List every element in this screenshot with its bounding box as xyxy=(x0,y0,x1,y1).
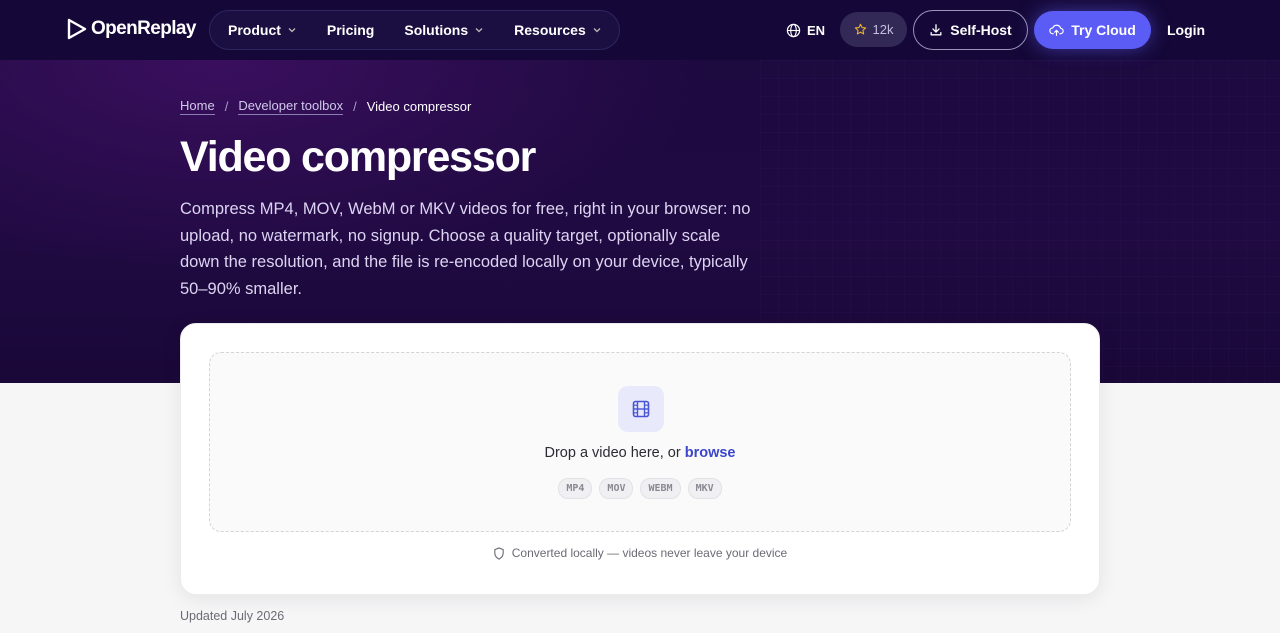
stars-count: 12k xyxy=(872,22,894,37)
nav-item-product[interactable]: Product xyxy=(228,22,297,38)
updated-date: Updated July 2026 xyxy=(180,609,285,623)
format-badge-mkv: MKV xyxy=(687,478,722,499)
brand-logo[interactable]: OpenReplay xyxy=(67,18,196,40)
drop-prompt: Drop a video here, or browse xyxy=(210,445,1070,461)
format-badges: MP4 MOV WEBM MKV xyxy=(210,478,1070,499)
globe-icon xyxy=(786,23,801,37)
nav-label: Product xyxy=(228,22,281,38)
film-icon-box xyxy=(618,386,664,432)
nav-item-resources[interactable]: Resources xyxy=(514,22,602,38)
try-cloud-button[interactable]: Try Cloud xyxy=(1034,11,1151,49)
format-badge-mov: MOV xyxy=(599,478,634,499)
chevron-down-icon xyxy=(593,28,601,33)
page-description: Compress MP4, MOV, WebM or MKV videos fo… xyxy=(180,200,751,298)
nav-label: Solutions xyxy=(404,22,469,38)
privacy-note: Converted locally — videos never leave y… xyxy=(181,546,1099,560)
breadcrumb-separator: / xyxy=(353,99,357,114)
self-host-label: Self-Host xyxy=(950,22,1012,38)
video-dropzone[interactable]: Drop a video here, or browse MP4 MOV WEB… xyxy=(209,352,1071,532)
top-navbar: OpenReplay Product Pricing Solutions Res… xyxy=(0,0,1280,60)
main-menu: Product Pricing Solutions Resources xyxy=(209,10,620,50)
chevron-down-icon xyxy=(475,28,483,33)
github-stars-button[interactable]: 12k xyxy=(840,12,907,47)
language-label: EN xyxy=(807,22,826,38)
nav-item-pricing[interactable]: Pricing xyxy=(327,22,374,38)
chevron-down-icon xyxy=(288,28,296,33)
download-icon xyxy=(930,24,942,36)
privacy-note-text: Converted locally — videos never leave y… xyxy=(511,546,788,560)
cloud-upload-icon xyxy=(1049,24,1064,36)
breadcrumb: Home / Developer toolbox / Video compres… xyxy=(180,98,471,115)
shield-icon xyxy=(494,546,504,560)
breadcrumb-separator: / xyxy=(224,99,229,114)
language-selector[interactable]: EN xyxy=(786,11,825,49)
nav-item-solutions[interactable]: Solutions xyxy=(404,22,484,38)
compressor-card: Drop a video here, or browse MP4 MOV WEB… xyxy=(180,323,1100,595)
play-logo-icon xyxy=(67,18,87,40)
star-icon xyxy=(854,23,866,35)
breadcrumb-developer-toolbox[interactable]: Developer toolbox xyxy=(238,98,344,115)
page-title: Video compressor xyxy=(180,133,536,181)
self-host-button[interactable]: Self-Host xyxy=(913,10,1028,50)
drop-prompt-text: Drop a video here, or xyxy=(544,445,681,461)
nav-label: Resources xyxy=(514,22,586,38)
film-icon xyxy=(632,400,650,418)
browse-link[interactable]: browse xyxy=(685,445,736,461)
format-badge-mp4: MP4 xyxy=(558,478,593,499)
nav-label: Pricing xyxy=(326,22,375,38)
breadcrumb-home[interactable]: Home xyxy=(180,98,215,115)
format-badge-webm: WEBM xyxy=(640,478,681,499)
breadcrumb-current: Video compressor xyxy=(366,99,472,114)
try-cloud-label: Try Cloud xyxy=(1071,22,1136,38)
brand-name: OpenReplay xyxy=(91,18,196,39)
login-link[interactable]: Login xyxy=(1167,11,1205,49)
